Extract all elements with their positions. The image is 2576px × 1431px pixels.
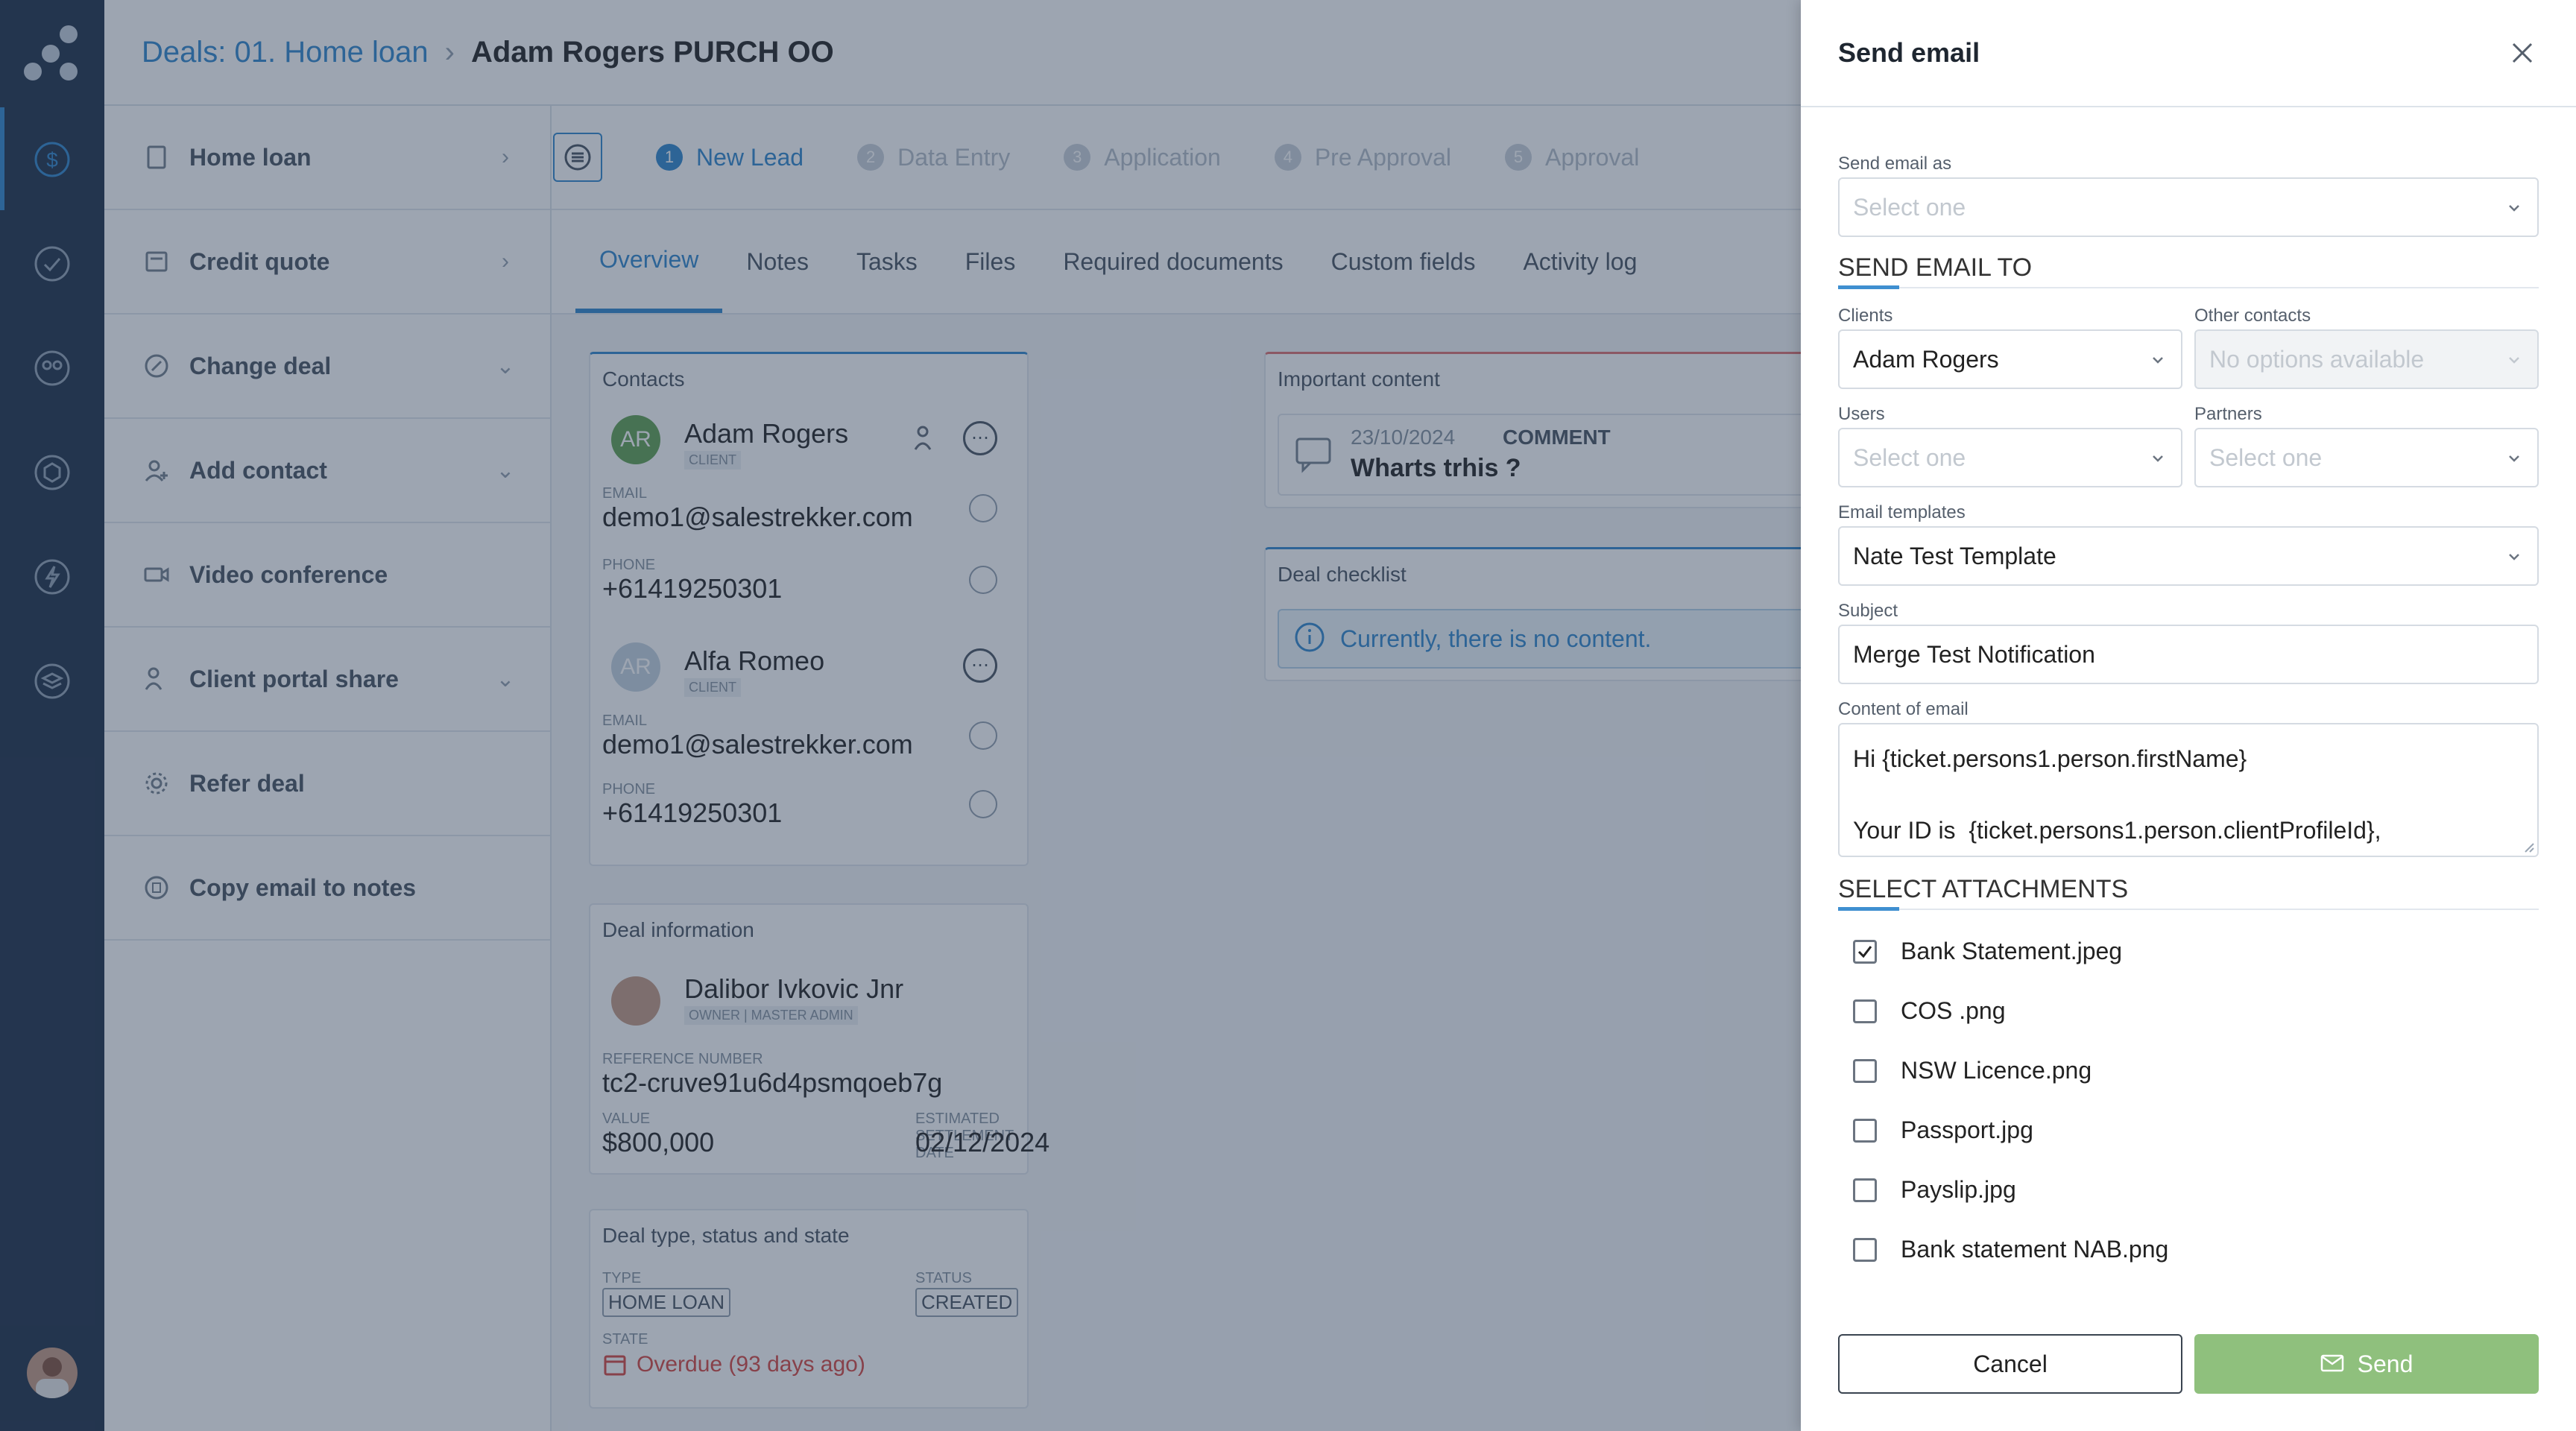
content-line: ​ [1853,777,2524,812]
select-attachments-heading: SELECT ATTACHMENTS [1838,875,2539,911]
close-icon[interactable] [2506,37,2539,69]
mail-icon [2320,1354,2343,1372]
other-contacts-label: Other contacts [2194,306,2311,326]
content-line: Hi {ticket.persons1.person.firstName} [1853,745,2247,772]
attachment-checkbox[interactable] [1853,939,1877,964]
subject-label: Subject [1838,601,1898,621]
send-email-to-heading: SEND EMAIL TO [1838,253,2539,289]
attachment-name: Passport.jpg [1901,1116,2033,1143]
email-content-textarea[interactable]: Hi {ticket.persons1.person.firstName} ​ … [1838,723,2539,857]
clients-label: Clients [1838,306,1893,326]
email-templates-label: Email templates [1838,502,1966,522]
send-as-label: Send email as [1838,154,1952,174]
send-email-drawer: Send email Send email as Select one SEND… [1801,0,2576,1431]
users-label: Users [1838,404,1885,424]
subject-value: Merge Test Notification [1853,640,2095,668]
attachment-checkbox[interactable] [1853,1237,1877,1262]
users-select[interactable]: Select one [1838,428,2182,487]
chevron-down-icon [2153,357,2163,364]
attachment-name: Bank Statement.jpeg [1901,938,2123,964]
other-contacts-select[interactable]: No options available [2194,329,2539,389]
attachment-checkbox[interactable] [1853,1058,1877,1083]
check-icon [1857,945,1872,958]
attachment-checkbox[interactable] [1853,999,1877,1023]
content-line: Your ID is {ticket.persons1.person.clien… [1853,817,2381,844]
attachment-item[interactable]: Bank statement NAB.png [1853,1236,2168,1263]
resize-handle-icon[interactable] [2522,841,2534,853]
chevron-down-icon [2509,357,2519,364]
attachment-item[interactable]: Payslip.jpg [1853,1176,2016,1204]
cancel-label: Cancel [1973,1350,2048,1377]
cancel-button[interactable]: Cancel [1838,1334,2182,1394]
modal-backdrop[interactable] [0,0,1801,1431]
attachment-checkbox[interactable] [1853,1118,1877,1143]
select-value: Adam Rogers [1853,345,1999,373]
attachment-item[interactable]: COS .png [1853,997,2006,1025]
partners-label: Partners [2194,404,2262,424]
chevron-down-icon [2153,455,2163,462]
content-label: Content of email [1838,699,1969,719]
heading-underline [1838,907,1899,911]
chevron-down-icon [2509,554,2519,560]
email-templates-select[interactable]: Nate Test Template [1838,526,2539,586]
clients-select[interactable]: Adam Rogers [1838,329,2182,389]
attachment-item[interactable]: NSW Licence.png [1853,1057,2092,1084]
attachment-name: Bank statement NAB.png [1901,1236,2169,1263]
attachment-item[interactable]: Bank Statement.jpeg [1853,938,2122,965]
section-heading-text: SELECT ATTACHMENTS [1838,875,2129,903]
section-heading-text: SEND EMAIL TO [1838,253,2033,282]
drawer-title: Send email [1838,37,1980,68]
attachment-name: COS .png [1901,997,2006,1024]
attachment-checkbox[interactable] [1853,1178,1877,1202]
heading-underline [1838,285,1899,289]
select-placeholder: Select one [2209,443,2323,471]
chevron-down-icon [2509,455,2519,462]
send-as-select[interactable]: Select one [1838,177,2539,237]
drawer-header: Send email [1801,0,2576,107]
attachment-item[interactable]: Passport.jpg [1853,1116,2033,1144]
attachment-name: Payslip.jpg [1901,1176,2016,1203]
select-placeholder: Select one [1853,443,1966,471]
partners-select[interactable]: Select one [2194,428,2539,487]
send-button[interactable]: Send [2194,1334,2539,1394]
subject-input[interactable]: Merge Test Notification [1838,625,2539,684]
select-value: Nate Test Template [1853,542,2056,569]
select-placeholder: Select one [1853,193,1966,221]
select-placeholder: No options available [2209,345,2425,373]
attachment-name: NSW Licence.png [1901,1057,2092,1084]
chevron-down-icon [2509,205,2519,212]
send-label: Send [2357,1350,2414,1377]
